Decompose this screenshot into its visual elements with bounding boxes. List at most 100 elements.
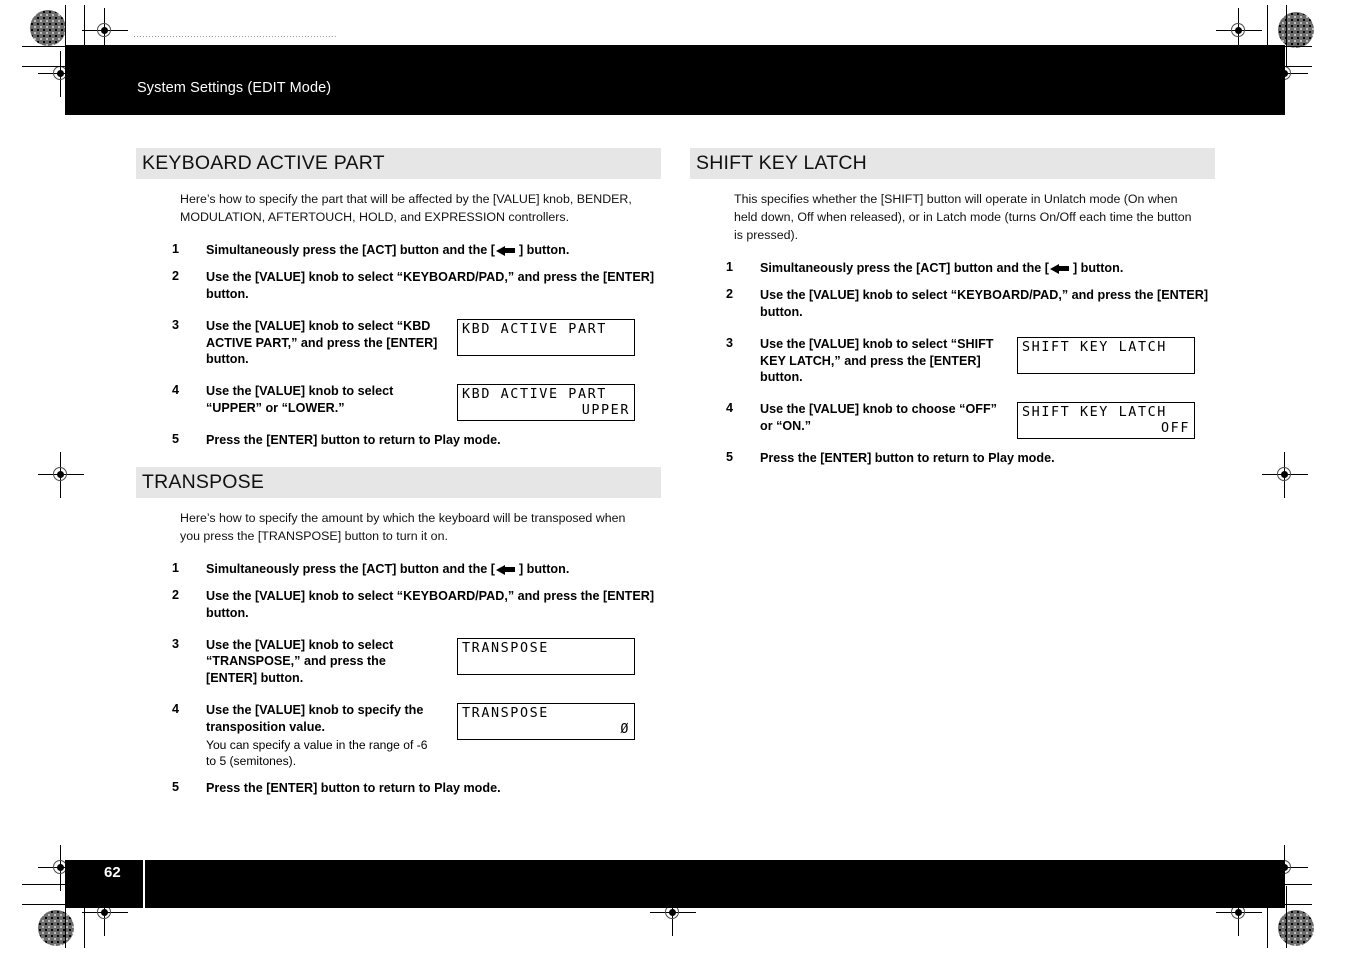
lcd-slot: SHIFT KEY LATCH xyxy=(1017,337,1195,375)
step-text-main: Use the [VALUE] knob to specify the tran… xyxy=(206,703,424,734)
lcd-line-2: Ø xyxy=(620,722,630,738)
step-text: Use the [VALUE] knob to select “KEYBOARD… xyxy=(206,589,655,620)
lcd-line-1: SHIFT KEY LATCH xyxy=(1022,340,1167,356)
step-text-after: ] button. xyxy=(1072,261,1124,275)
section-transpose: TRANSPOSE Here’s how to specify the amou… xyxy=(136,466,661,797)
crop-line xyxy=(1286,5,1287,67)
section-heading: TRANSPOSE xyxy=(136,466,661,498)
step-number: 1 xyxy=(172,242,180,256)
lcd-slot: SHIFT KEY LATCH OFF xyxy=(1017,402,1195,440)
section-intro: Here’s how to specify the part that will… xyxy=(180,192,632,224)
step-item: 4 Use the [VALUE] knob to specify the tr… xyxy=(136,702,661,769)
step-text: Use the [VALUE] knob to select “TRANSPOS… xyxy=(206,638,394,685)
step-number: 5 xyxy=(172,780,180,795)
manual-page: ········································… xyxy=(0,0,1350,954)
crop-line xyxy=(1286,886,1287,948)
step-text: Press the [ENTER] button to return to Pl… xyxy=(206,433,501,448)
step-text-after: ] button. xyxy=(518,561,570,576)
section-intro: This specifies whether the [SHIFT] butto… xyxy=(734,192,1192,242)
lcd-line-1: TRANSPOSE xyxy=(462,641,549,657)
step-item: 2 Use the [VALUE] knob to select “KEYBOA… xyxy=(690,287,1215,320)
lcd-line-2-empty xyxy=(462,338,630,354)
step-list: 1 Simultaneously press the [ACT] button … xyxy=(136,242,661,449)
left-column: KEYBOARD ACTIVE PART Here’s how to speci… xyxy=(136,148,661,808)
step-item: 3 Use the [VALUE] knob to select “SHIFT … xyxy=(690,336,1215,385)
step-text: Press the [ENTER] button to return to Pl… xyxy=(206,781,501,796)
step-text: Use the [VALUE] knob to select “KEYBOARD… xyxy=(760,288,1209,319)
step-number: 4 xyxy=(172,383,180,398)
step-number: 2 xyxy=(172,269,180,284)
step-text-before: Simultaneously press the [ACT] button an… xyxy=(760,261,1049,275)
step-text: Simultaneously press the [ACT] button an… xyxy=(760,260,1215,276)
registration-crosshair-mark xyxy=(82,8,128,54)
step-list: 1 Simultaneously press the [ACT] button … xyxy=(690,260,1215,467)
step-item: 3 Use the [VALUE] knob to select “TRANSP… xyxy=(136,637,661,686)
step-item: 2 Use the [VALUE] knob to select “KEYBOA… xyxy=(136,588,661,621)
lcd-line-1: KBD ACTIVE PART xyxy=(462,322,607,338)
step-item: 3 Use the [VALUE] knob to select “KBD AC… xyxy=(136,318,661,367)
lcd-display: KBD ACTIVE PART UPPER xyxy=(457,384,635,422)
page-footer-band xyxy=(65,860,1285,908)
step-text: Use the [VALUE] knob to select “KBD ACTI… xyxy=(206,319,438,367)
section-heading: KEYBOARD ACTIVE PART xyxy=(136,148,661,179)
step-item: 5 Press the [ENTER] button to return to … xyxy=(136,780,661,796)
lcd-display: KBD ACTIVE PART xyxy=(457,319,635,357)
left-arrow-button-icon xyxy=(1049,263,1072,274)
section-shift-key-latch: SHIFT KEY LATCH This specifies whether t… xyxy=(690,148,1215,467)
step-text: Simultaneously press the [ACT] button an… xyxy=(206,561,661,577)
step-list: 1 Simultaneously press the [ACT] button … xyxy=(136,561,661,797)
press-marks-text: ········································… xyxy=(133,31,337,41)
step-item: 5 Press the [ENTER] button to return to … xyxy=(690,450,1215,466)
lcd-slot: TRANSPOSE xyxy=(457,638,635,676)
lcd-display: TRANSPOSE Ø xyxy=(457,703,635,741)
lcd-line-2: UPPER xyxy=(581,403,630,419)
step-text: Use the [VALUE] knob to select “UPPER” o… xyxy=(206,384,394,415)
step-number: 5 xyxy=(172,432,180,447)
lcd-line-1: KBD ACTIVE PART xyxy=(462,387,607,403)
registration-crosshair-mark xyxy=(1262,452,1308,498)
step-item: 1 Simultaneously press the [ACT] button … xyxy=(136,561,661,577)
left-arrow-button-icon xyxy=(495,564,518,575)
step-text-before: Simultaneously press the [ACT] button an… xyxy=(206,561,495,576)
halftone-density-circle xyxy=(38,910,74,946)
left-arrow-button-icon xyxy=(495,245,518,256)
step-text-after: ] button. xyxy=(518,243,570,257)
halftone-density-circle xyxy=(1278,910,1314,946)
lcd-line-1: SHIFT KEY LATCH xyxy=(1022,405,1167,421)
step-item: 1 Simultaneously press the [ACT] button … xyxy=(690,260,1215,276)
step-item: 5 Press the [ENTER] button to return to … xyxy=(136,432,661,448)
section-intro: Here’s how to specify the amount by whic… xyxy=(180,510,626,543)
page-title: System Settings (EDIT Mode) xyxy=(137,80,332,96)
step-number: 1 xyxy=(726,260,734,274)
registration-crosshair-mark xyxy=(38,452,84,498)
right-column: SHIFT KEY LATCH This specifies whether t… xyxy=(690,148,1215,478)
step-number: 4 xyxy=(726,401,734,416)
lcd-display: SHIFT KEY LATCH OFF xyxy=(1017,402,1195,440)
halftone-density-circle xyxy=(1278,12,1314,48)
lcd-slot: KBD ACTIVE PART xyxy=(457,319,635,357)
lcd-line-1: TRANSPOSE xyxy=(462,706,549,722)
step-text: Simultaneously press the [ACT] button an… xyxy=(206,242,661,258)
step-note: You can specify a value in the range of … xyxy=(206,738,428,769)
step-item: 4 Use the [VALUE] knob to select “UPPER”… xyxy=(136,383,661,422)
lcd-slot: KBD ACTIVE PART UPPER xyxy=(457,384,635,422)
section-heading: SHIFT KEY LATCH xyxy=(690,148,1215,179)
lcd-display: TRANSPOSE xyxy=(457,638,635,676)
step-number: 1 xyxy=(172,560,180,575)
step-text: Use the [VALUE] knob to choose “OFF” or … xyxy=(760,402,997,433)
step-number: 2 xyxy=(726,287,734,302)
lcd-slot: TRANSPOSE Ø xyxy=(457,703,635,741)
step-text: Use the [VALUE] knob to select “SHIFT KE… xyxy=(760,337,994,385)
lcd-display: SHIFT KEY LATCH xyxy=(1017,337,1195,375)
step-text: Use the [VALUE] knob to specify the tran… xyxy=(206,702,438,769)
step-text: Use the [VALUE] knob to select “KEYBOARD… xyxy=(206,270,655,301)
step-item: 2 Use the [VALUE] knob to select “KEYBOA… xyxy=(136,269,661,302)
step-number: 4 xyxy=(172,702,180,717)
step-number: 5 xyxy=(726,450,734,465)
step-item: 4 Use the [VALUE] knob to choose “OFF” o… xyxy=(690,401,1215,440)
registration-crosshair-mark xyxy=(1216,8,1262,54)
step-text: Press the [ENTER] button to return to Pl… xyxy=(760,451,1055,466)
step-text-before: Simultaneously press the [ACT] button an… xyxy=(206,243,495,257)
step-item: 1 Simultaneously press the [ACT] button … xyxy=(136,242,661,258)
halftone-density-circle xyxy=(30,10,66,46)
